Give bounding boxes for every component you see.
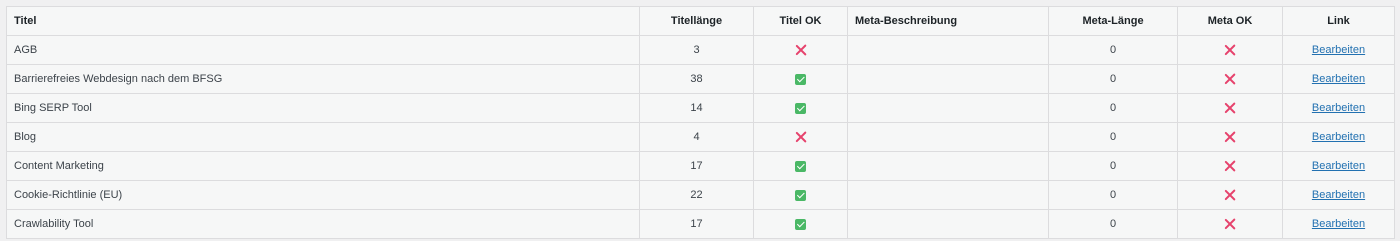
cell-title-length: 22: [639, 180, 754, 210]
cell-meta-length: 0: [1048, 93, 1178, 123]
cell-meta-length: 0: [1048, 180, 1178, 210]
cell-link: Bearbeiten: [1282, 64, 1395, 94]
edit-link[interactable]: Bearbeiten: [1312, 73, 1365, 85]
edit-link[interactable]: Bearbeiten: [1312, 131, 1365, 143]
cell-title: Blog: [6, 122, 640, 152]
cell-meta-ok: [1177, 93, 1283, 123]
cell-title-length: 3: [639, 35, 754, 65]
cell-title-ok: [753, 93, 848, 123]
cell-meta-ok: [1177, 209, 1283, 239]
edit-link[interactable]: Bearbeiten: [1312, 102, 1365, 114]
column-header-title-ok[interactable]: Titel OK: [753, 6, 848, 36]
edit-link[interactable]: Bearbeiten: [1312, 189, 1365, 201]
column-header-title[interactable]: Titel: [6, 6, 640, 36]
column-header-meta-length[interactable]: Meta-Länge: [1048, 6, 1178, 36]
column-header-title-length[interactable]: Titellänge: [639, 6, 754, 36]
cross-icon: [1224, 73, 1236, 85]
cell-meta-description: [847, 209, 1049, 239]
cell-title-ok: [753, 35, 848, 65]
cell-title: Barrierefreies Webdesign nach dem BFSG: [6, 64, 640, 94]
cell-meta-length: 0: [1048, 64, 1178, 94]
table-header: Titel Titellänge Titel OK Meta-Beschreib…: [6, 6, 1395, 36]
cross-icon: [1224, 131, 1236, 143]
cell-meta-length: 0: [1048, 122, 1178, 152]
cell-title: Cookie-Richtlinie (EU): [6, 180, 640, 210]
cross-icon: [1224, 44, 1236, 56]
table-row: Barrierefreies Webdesign nach dem BFSG 38…: [6, 64, 1395, 94]
cell-title-length: 4: [639, 122, 754, 152]
cell-title: Content Marketing: [6, 151, 640, 181]
cell-meta-length: 0: [1048, 35, 1178, 65]
cell-title-ok: [753, 151, 848, 181]
cell-link: Bearbeiten: [1282, 122, 1395, 152]
cross-icon: [795, 44, 807, 56]
cell-meta-ok: [1177, 122, 1283, 152]
cell-meta-length: 0: [1048, 151, 1178, 181]
cross-icon: [1224, 218, 1236, 230]
cross-icon: [1224, 189, 1236, 201]
column-header-meta-description[interactable]: Meta-Beschreibung: [847, 6, 1049, 36]
edit-link[interactable]: Bearbeiten: [1312, 160, 1365, 172]
cell-meta-length: 0: [1048, 209, 1178, 239]
cell-link: Bearbeiten: [1282, 151, 1395, 181]
check-square-icon: [795, 218, 806, 230]
cell-meta-description: [847, 122, 1049, 152]
cross-icon: [795, 131, 807, 143]
cell-title-ok: [753, 64, 848, 94]
edit-link[interactable]: Bearbeiten: [1312, 218, 1365, 230]
check-square-icon: [795, 73, 806, 85]
cell-meta-description: [847, 180, 1049, 210]
cell-title-length: 38: [639, 64, 754, 94]
table-row: Bing SERP Tool 14 0 Bearbeiten: [6, 93, 1395, 123]
cell-link: Bearbeiten: [1282, 209, 1395, 239]
table-row: Crawlability Tool 17 0 Bearbeiten: [6, 209, 1395, 239]
column-header-meta-ok[interactable]: Meta OK: [1177, 6, 1283, 36]
table-body: AGB 3 0 Bearbeiten Barrierefreies Webdesign …: [6, 35, 1395, 239]
table-row: Blog 4 0 Bearbeiten: [6, 122, 1395, 152]
edit-link[interactable]: Bearbeiten: [1312, 44, 1365, 56]
cross-icon: [1224, 160, 1236, 172]
cell-title-length: 17: [639, 209, 754, 239]
check-square-icon: [795, 102, 806, 114]
cell-meta-ok: [1177, 180, 1283, 210]
cell-link: Bearbeiten: [1282, 93, 1395, 123]
cell-meta-description: [847, 35, 1049, 65]
table-row: Content Marketing 17 0 Bearbeiten: [6, 151, 1395, 181]
cell-meta-description: [847, 151, 1049, 181]
cell-meta-ok: [1177, 35, 1283, 65]
cell-title: Bing SERP Tool: [6, 93, 640, 123]
check-square-icon: [795, 189, 806, 201]
table-row: Cookie-Richtlinie (EU) 22 0 Bearbeiten: [6, 180, 1395, 210]
seo-overview-table: Titel Titellänge Titel OK Meta-Beschreib…: [6, 6, 1395, 239]
cell-title: Crawlability Tool: [6, 209, 640, 239]
cell-title-ok: [753, 122, 848, 152]
header-row: Titel Titellänge Titel OK Meta-Beschreib…: [6, 6, 1395, 36]
cross-icon: [1224, 102, 1236, 114]
cell-title: AGB: [6, 35, 640, 65]
check-square-icon: [795, 160, 806, 172]
cell-meta-description: [847, 64, 1049, 94]
column-header-link: Link: [1282, 6, 1395, 36]
table-row: AGB 3 0 Bearbeiten: [6, 35, 1395, 65]
cell-meta-description: [847, 93, 1049, 123]
cell-title-ok: [753, 209, 848, 239]
cell-title-length: 17: [639, 151, 754, 181]
cell-title-ok: [753, 180, 848, 210]
cell-link: Bearbeiten: [1282, 180, 1395, 210]
cell-meta-ok: [1177, 64, 1283, 94]
cell-title-length: 14: [639, 93, 754, 123]
cell-link: Bearbeiten: [1282, 35, 1395, 65]
cell-meta-ok: [1177, 151, 1283, 181]
seo-overview-table-wrapper: Titel Titellänge Titel OK Meta-Beschreib…: [6, 6, 1395, 239]
